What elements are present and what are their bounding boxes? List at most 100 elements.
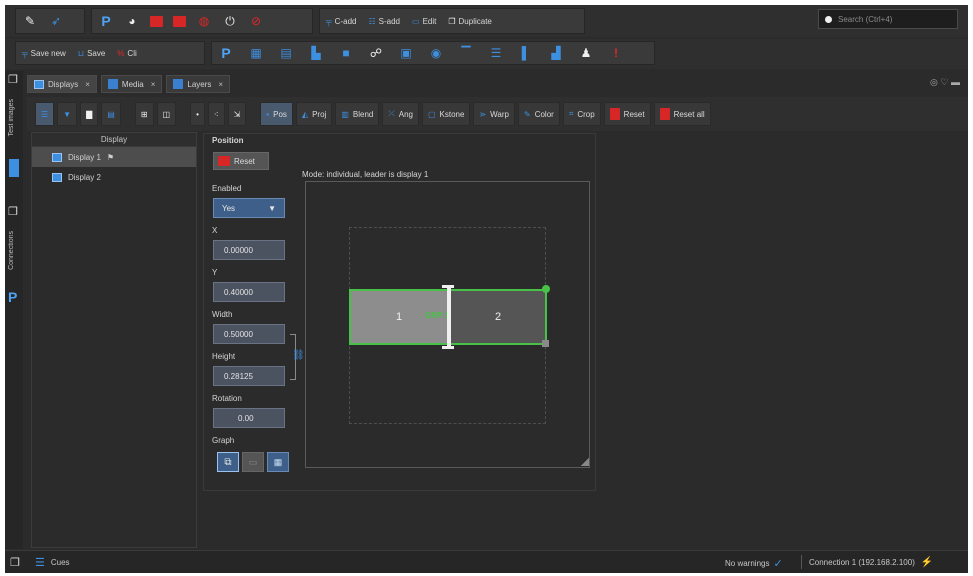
reset-all-button[interactable]: Reset all	[653, 102, 711, 126]
side-tab-connections[interactable]: Connections	[8, 231, 15, 270]
stack-icon[interactable]: ▣	[398, 45, 414, 61]
edit-icon: ▭	[412, 16, 420, 26]
chart-icon[interactable]: ▟	[548, 45, 564, 61]
tab-media[interactable]: Media ×	[100, 75, 163, 93]
emergency-icon[interactable]: ⊘	[248, 13, 264, 29]
proj-button[interactable]: ◭ Proj	[295, 102, 333, 126]
export-button[interactable]: ⇲	[227, 102, 247, 126]
test-images-icon[interactable]	[9, 159, 19, 177]
graph-mode-1-button[interactable]: ⧉	[217, 452, 239, 472]
color-button[interactable]: ✎ Color	[517, 102, 560, 126]
save-button[interactable]: ⊔ Save	[78, 49, 105, 58]
crop-button[interactable]: ⌗ Crop	[562, 102, 601, 126]
pencil-icon[interactable]: ✎	[22, 13, 38, 29]
blend-button[interactable]: ▥ Blend	[335, 102, 380, 126]
window-icon[interactable]: ❐	[10, 556, 20, 569]
cli-button[interactable]: % Cli	[117, 49, 136, 58]
list-view-button[interactable]: ☰	[35, 102, 55, 126]
kstone-button[interactable]: ▢ Kstone	[421, 102, 471, 126]
close-icon[interactable]: ×	[218, 80, 223, 89]
point-button[interactable]: •	[190, 102, 205, 126]
scale-handle[interactable]	[542, 340, 549, 347]
media-button[interactable]: ▤	[101, 102, 121, 126]
search-input[interactable]: Search (Ctrl+4)	[818, 9, 958, 29]
grid-button[interactable]: ⊞	[134, 102, 154, 126]
reset-icon	[609, 108, 620, 120]
arrow-icon[interactable]: ➶	[48, 13, 64, 29]
position-reset-button[interactable]: Reset	[213, 152, 269, 170]
window-icon[interactable]: ❐	[8, 73, 18, 86]
maximize-icon[interactable]: ▬	[951, 77, 960, 87]
map-icon[interactable]: ▔	[458, 45, 474, 61]
graph-mode-2-button[interactable]: ▭	[242, 452, 264, 472]
ang-button[interactable]: ⤫ Ang	[382, 102, 419, 126]
pos-button[interactable]: ▪ Pos	[260, 102, 293, 126]
display-2-rect[interactable]: 2	[449, 289, 547, 345]
reset-button[interactable]: Reset	[603, 102, 651, 126]
toolbar-group-cue: ╤ C-add ☷ S-add ▭ Edit ❐ Duplicate	[319, 8, 585, 34]
close-icon[interactable]: ×	[151, 80, 156, 89]
monitor-icon[interactable]: ■	[338, 45, 354, 61]
alert-icon[interactable]: !	[608, 45, 624, 61]
list-item-display-1[interactable]: Display 1 ⚑	[32, 147, 196, 167]
power-icon[interactable]: ⏻	[222, 13, 238, 29]
alarm-icon[interactable]: ◍	[196, 13, 212, 29]
status-bar: ❐ ☰ Cues No warnings ✓ Connection 1 (192…	[5, 550, 968, 573]
window-controls[interactable]: ◎ ♡ ▬	[930, 77, 960, 88]
rotation-field[interactable]: 0.00	[213, 408, 285, 428]
split-button[interactable]: ◫	[156, 102, 177, 126]
cues-button[interactable]: ☰ Cues	[35, 556, 70, 569]
connections-p-icon[interactable]: P	[8, 289, 17, 305]
rotate-handle[interactable]	[542, 285, 550, 293]
split-handle-top[interactable]	[442, 285, 454, 288]
user-icon[interactable]: ♟	[578, 45, 594, 61]
save-icon: ⊔	[77, 48, 85, 58]
scatter-button[interactable]: ⁖	[207, 102, 225, 126]
panel-icon[interactable]: ▌	[518, 45, 534, 61]
enabled-select[interactable]: Yes ▼	[213, 198, 285, 218]
split-handle[interactable]	[447, 285, 451, 349]
graph-mode-3-button[interactable]: ▦	[267, 452, 289, 472]
warp-button[interactable]: ⋗ Warp	[473, 102, 515, 126]
list-icon[interactable]: ☰	[488, 45, 504, 61]
c-add-button[interactable]: ╤ C-add	[326, 17, 356, 26]
window-icon-2[interactable]: ❐	[8, 205, 18, 218]
toolbar-group-tools: ✎ ➶	[15, 8, 85, 34]
resize-grip[interactable]	[581, 458, 589, 466]
visibility-icon[interactable]: ◎	[930, 77, 938, 87]
pin-button[interactable]: ▼	[57, 102, 78, 126]
s-add-button[interactable]: ☷ S-add	[368, 17, 400, 26]
grid-icon: ⊞	[140, 109, 148, 119]
tab-layers[interactable]: Layers ×	[166, 75, 231, 93]
disc-icon[interactable]: ◉	[428, 45, 444, 61]
p-layout-icon[interactable]: P	[218, 45, 234, 61]
check-icon: ✓	[773, 558, 783, 570]
list-item-display-2[interactable]: Display 2	[32, 167, 196, 187]
edit-button[interactable]: ▭ Edit	[412, 17, 436, 26]
link-icon[interactable]: ☍	[368, 45, 384, 61]
split-handle-bottom[interactable]	[442, 346, 454, 349]
x-field[interactable]: 0.00000	[213, 240, 285, 260]
stop-icon[interactable]	[173, 15, 186, 27]
presentation-p-icon[interactable]: P	[98, 13, 114, 29]
height-field[interactable]: 0.28125	[213, 366, 285, 386]
width-field[interactable]: 0.50000	[213, 324, 285, 344]
side-tab-test-images[interactable]: Test images	[8, 99, 15, 136]
tab-displays[interactable]: Displays ×	[27, 75, 97, 93]
screen-button[interactable]: ▇	[80, 102, 99, 126]
record-icon[interactable]	[150, 15, 163, 27]
connection-status[interactable]: Connection 1 (192.168.2.100) ⚡	[809, 557, 933, 568]
monitor-icon	[52, 172, 62, 182]
grid-icon[interactable]: ▦	[248, 45, 264, 61]
display-list-header: Display	[32, 133, 196, 147]
heart-icon[interactable]: ♡	[940, 77, 948, 87]
y-field[interactable]: 0.40000	[213, 282, 285, 302]
save-new-button[interactable]: ╤ Save new	[22, 49, 66, 58]
point-icon: •	[196, 109, 199, 119]
palette-icon[interactable]: ◕	[124, 13, 140, 29]
duplicate-button[interactable]: ❐ Duplicate	[448, 17, 492, 26]
aspect-lock-icon[interactable]: ⛓	[292, 350, 305, 361]
close-icon[interactable]: ×	[85, 80, 90, 89]
document-icon[interactable]: ▙	[308, 45, 324, 61]
screen-icon[interactable]: ▤	[278, 45, 294, 61]
